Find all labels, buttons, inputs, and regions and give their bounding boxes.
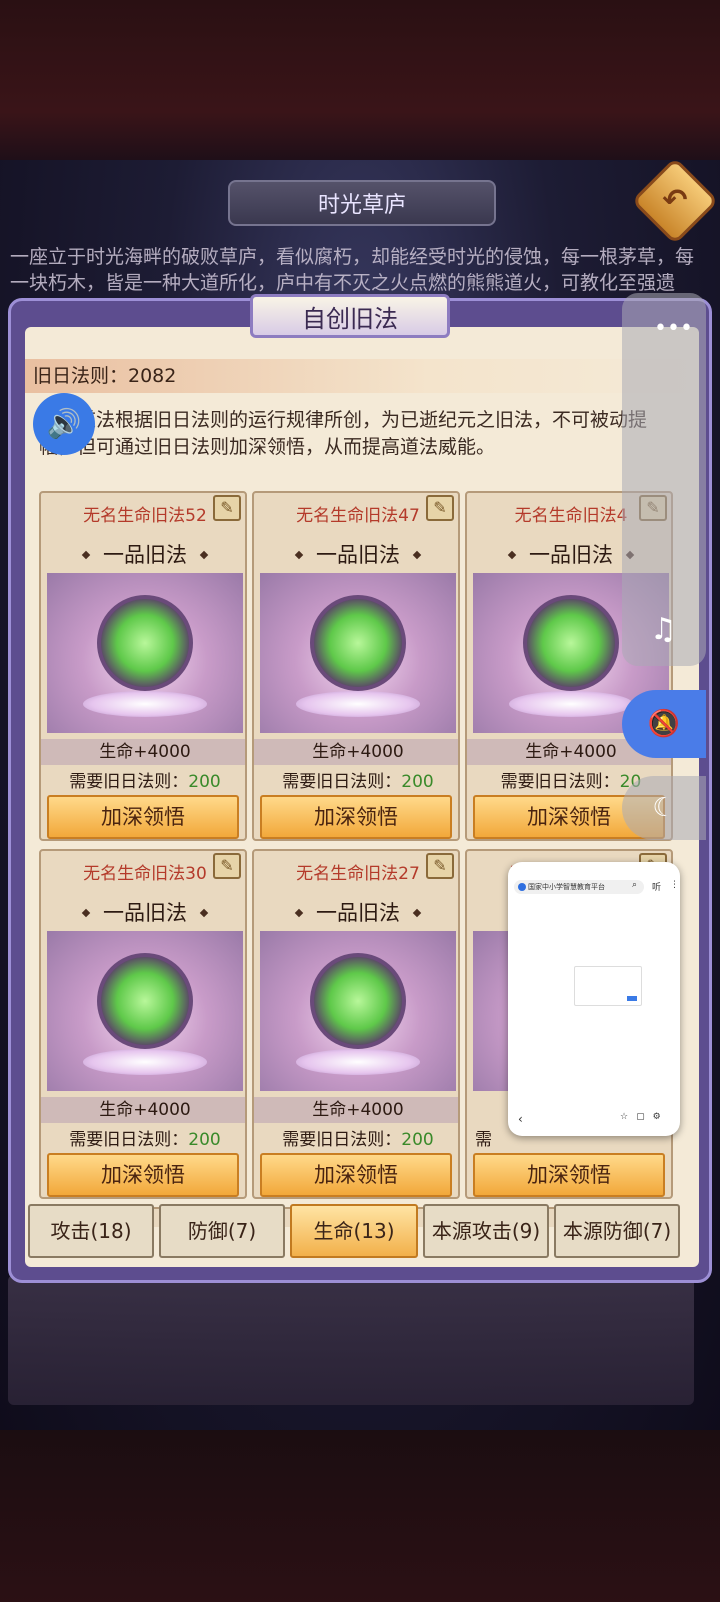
technique-art xyxy=(260,573,456,733)
location-description: 一座立于时光海畔的破败草庐，看似腐朽，却能经受时光的侵蚀，每一根茅草，每一块朽木… xyxy=(10,246,695,294)
menu-icon[interactable]: ⋮ xyxy=(670,880,679,890)
deepen-button[interactable]: 加深领悟 xyxy=(47,1153,239,1197)
bottom-area xyxy=(0,1430,720,1602)
orb-icon xyxy=(310,595,406,691)
deepen-button[interactable]: 加深领悟 xyxy=(260,795,452,839)
card-grade: 一品旧法 xyxy=(41,539,245,569)
card-cost: 需要旧日法则：200 xyxy=(69,772,221,792)
pedestal-image xyxy=(296,691,420,717)
scroll-icon[interactable]: ✎ xyxy=(426,853,454,879)
card-grade: 一品旧法 xyxy=(41,897,245,927)
top-banner xyxy=(0,0,720,160)
technique-card[interactable]: 无名生命旧法47 ✎ 一品旧法 生命+4000 需要旧日法则：200 加深领悟 xyxy=(252,491,460,841)
orb-icon xyxy=(97,595,193,691)
pedestal-image xyxy=(83,1049,207,1075)
mini-dialog xyxy=(574,966,642,1006)
technique-art xyxy=(47,573,243,733)
pedestal-image xyxy=(296,1049,420,1075)
scroll-icon[interactable]: ✎ xyxy=(213,853,241,879)
technique-art xyxy=(260,931,456,1091)
card-stat: 生命+4000 xyxy=(41,739,245,765)
tab-life[interactable]: 生命(13) xyxy=(290,1204,418,1258)
more-dots-icon[interactable]: ••• xyxy=(654,316,693,341)
scroll-icon[interactable]: ✎ xyxy=(426,495,454,521)
tab-attack[interactable]: 攻击(18) xyxy=(28,1204,154,1258)
card-cost: 需要旧日法则：200 xyxy=(282,1130,434,1150)
dialog-title: 自创旧法 xyxy=(250,294,450,338)
moon-icon[interactable]: ☾ xyxy=(622,776,706,840)
floating-browser-window[interactable]: 国家中小学智慧教育平台 ⌕ 听 ⋮ ‹ ☆▢⚙ xyxy=(508,862,680,1136)
deepen-button[interactable]: 加深领悟 xyxy=(47,795,239,839)
tab-origin-attack[interactable]: 本源攻击(9) xyxy=(423,1204,549,1258)
card-cost: 需要旧日法则：200 xyxy=(69,1130,221,1150)
tab-origin-defense[interactable]: 本源防御(7) xyxy=(554,1204,680,1258)
music-note-icon[interactable]: ♫ xyxy=(650,612,677,647)
pedestal-image xyxy=(509,691,633,717)
mini-dialog-button[interactable] xyxy=(627,996,637,1001)
deepen-button[interactable]: 加深领悟 xyxy=(473,1153,665,1197)
orb-icon xyxy=(523,595,619,691)
tab-defense[interactable]: 防御(7) xyxy=(159,1204,285,1258)
card-grade: 一品旧法 xyxy=(254,539,458,569)
pedestal-image xyxy=(83,691,207,717)
points-counter: 旧日法则：2082 xyxy=(25,359,699,393)
technique-card[interactable]: 无名生命旧法27 ✎ 一品旧法 生命+4000 需要旧日法则：200 加深领悟 xyxy=(252,849,460,1199)
back-arrow-icon: ↶ xyxy=(662,183,688,218)
shield-icon xyxy=(518,883,526,891)
orb-icon xyxy=(97,953,193,1049)
deepen-button[interactable]: 加深领悟 xyxy=(260,1153,452,1197)
card-cost: 需要旧日法则：200 xyxy=(282,772,434,792)
card-grade: 一品旧法 xyxy=(254,897,458,927)
scroll-icon[interactable]: ✎ xyxy=(213,495,241,521)
technique-card[interactable]: 无名生命旧法30 ✎ 一品旧法 生命+4000 需要旧日法则：200 加深领悟 xyxy=(39,849,247,1199)
card-stat: 生命+4000 xyxy=(254,739,458,765)
category-tabs: 攻击(18) 防御(7) 生命(13) 本源攻击(9) 本源防御(7) xyxy=(28,1204,692,1260)
orb-icon xyxy=(310,953,406,1049)
mini-address-bar[interactable]: 国家中小学智慧教育平台 xyxy=(514,880,644,894)
search-icon[interactable]: ⌕ xyxy=(632,880,637,890)
floating-side-panel xyxy=(622,293,706,666)
dialog-intro-text: 旧日道法根据旧日法则的运行规律所创，为已逝纪元之旧法，不可被动提幅，但可通过旧日… xyxy=(39,409,648,458)
technique-art xyxy=(47,931,243,1091)
back-icon[interactable]: ‹ xyxy=(518,1112,523,1126)
lower-panel xyxy=(8,1275,694,1405)
technique-card[interactable]: 无名生命旧法52 ✎ 一品旧法 生命+4000 需要旧日法则：200 加深领悟 xyxy=(39,491,247,841)
card-stat: 生命+4000 xyxy=(41,1097,245,1123)
speaker-icon[interactable]: 🔊 xyxy=(33,393,95,455)
card-stat: 生命+4000 xyxy=(254,1097,458,1123)
bell-mute-icon[interactable]: 🔕 xyxy=(622,690,706,758)
listen-button[interactable]: 听 xyxy=(652,880,661,893)
mini-toolbar-icons[interactable]: ☆▢⚙ xyxy=(620,1112,669,1122)
page-title: 时光草庐 xyxy=(228,180,496,226)
